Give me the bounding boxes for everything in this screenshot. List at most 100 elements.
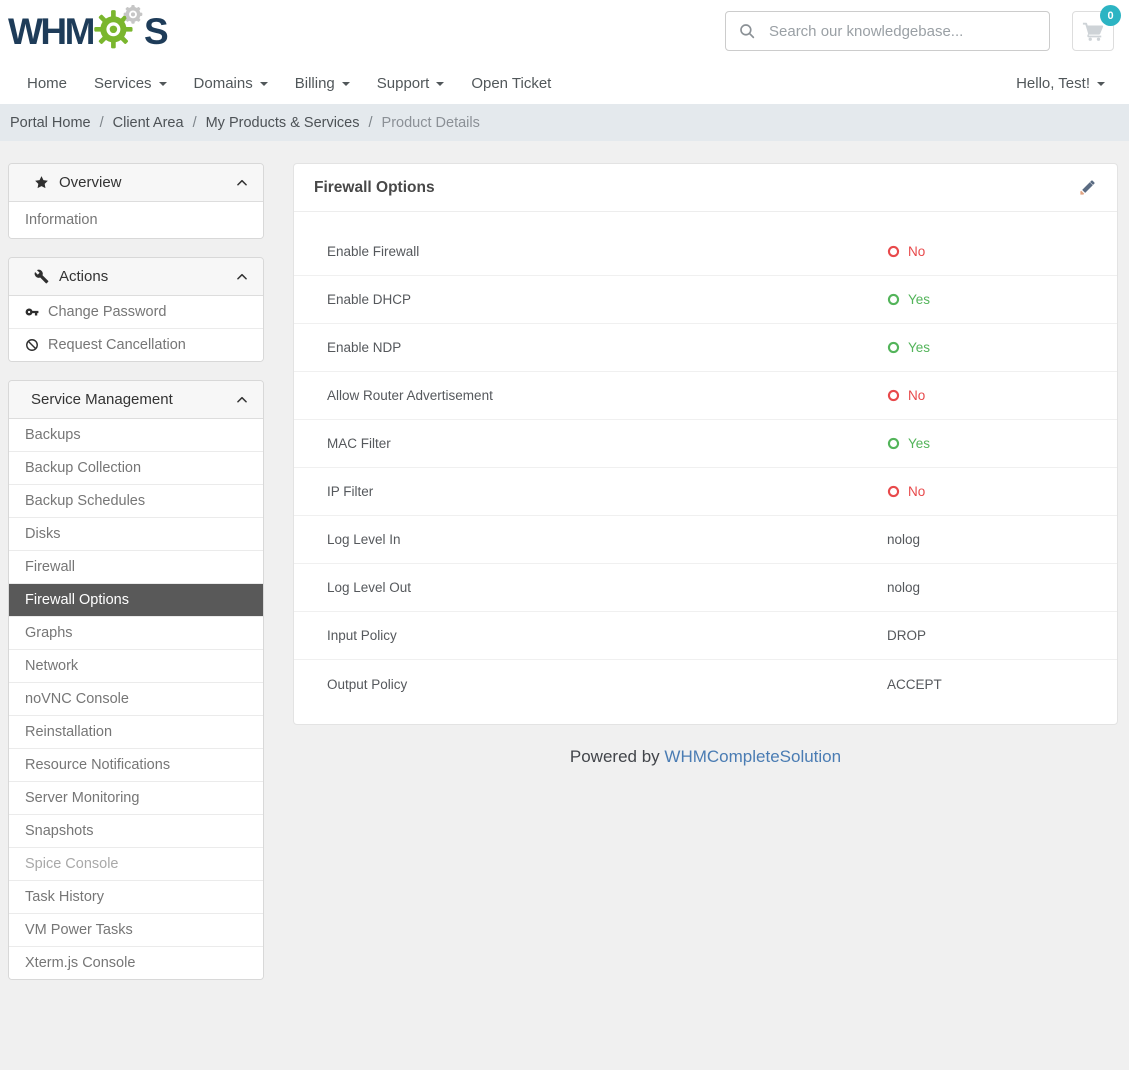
sidebar-item-disks[interactable]: Disks [9, 517, 263, 550]
panel-actions-title: Actions [59, 268, 108, 285]
sidebar-item-backup-schedules[interactable]: Backup Schedules [9, 484, 263, 517]
knowledgebase-search [725, 11, 1050, 51]
panel-service-management-header[interactable]: Service Management [9, 381, 263, 419]
table-row: Allow Router Advertisement No [294, 372, 1117, 420]
powered-by-footer: Powered by WHMCompleteSolution [293, 747, 1118, 767]
header-top-row: WHM [0, 0, 1129, 62]
chevron-up-icon [235, 270, 249, 284]
row-value: No [887, 388, 925, 403]
row-value: DROP [887, 628, 926, 643]
sidebar-item-label: Firewall Options [25, 592, 129, 608]
sidebar-item-resource-notifications[interactable]: Resource Notifications [9, 748, 263, 781]
row-value: Yes [887, 292, 930, 307]
panel-service-management: Service Management Backups Backup Collec… [8, 380, 264, 980]
table-row: IP Filter No [294, 468, 1117, 516]
row-value: nolog [887, 532, 920, 547]
sidebar: Overview Information Actions Change Pass… [8, 163, 264, 998]
sidebar-item-server-monitoring[interactable]: Server Monitoring [9, 781, 263, 814]
breadcrumb-my-products[interactable]: My Products & Services [206, 115, 360, 131]
sidebar-item-firewall[interactable]: Firewall [9, 550, 263, 583]
nav-domains[interactable]: Domains [194, 75, 268, 92]
sidebar-item-label: Disks [25, 526, 60, 542]
nav-support[interactable]: Support [377, 75, 445, 92]
nav-billing[interactable]: Billing [295, 75, 350, 92]
row-label: Enable NDP [327, 340, 887, 355]
row-value-text: Yes [908, 292, 930, 307]
nav-billing-label: Billing [295, 75, 335, 92]
breadcrumb-current: Product Details [382, 115, 480, 131]
sidebar-item-label: Backup Schedules [25, 493, 145, 509]
sidebar-item-label: Backup Collection [25, 460, 141, 476]
nav-services[interactable]: Services [94, 75, 167, 92]
sidebar-item-task-history[interactable]: Task History [9, 880, 263, 913]
circle-status-icon [887, 245, 900, 258]
sidebar-item-firewall-options[interactable]: Firewall Options [9, 583, 263, 616]
sidebar-item-information[interactable]: Information [9, 202, 263, 238]
row-value-text: nolog [887, 580, 920, 595]
whmcompletesolution-link[interactable]: WHMCompleteSolution [664, 747, 841, 766]
sidebar-item-backup-collection[interactable]: Backup Collection [9, 451, 263, 484]
panel-overview-title: Overview [59, 174, 122, 191]
sidebar-item-novnc-console[interactable]: noVNC Console [9, 682, 263, 715]
gear-icon [91, 4, 147, 54]
sidebar-item-network[interactable]: Network [9, 649, 263, 682]
row-value-text: Yes [908, 340, 930, 355]
sidebar-item-change-password[interactable]: Change Password [9, 296, 263, 328]
nav-open-ticket[interactable]: Open Ticket [471, 75, 551, 92]
sidebar-item-label: Server Monitoring [25, 790, 139, 806]
nav-services-label: Services [94, 75, 152, 92]
search-input[interactable] [767, 22, 1037, 41]
table-row: Enable NDP Yes [294, 324, 1117, 372]
circle-status-icon [887, 293, 900, 306]
sidebar-item-label: Request Cancellation [48, 337, 186, 353]
sidebar-item-graphs[interactable]: Graphs [9, 616, 263, 649]
sidebar-item-label: Firewall [25, 559, 75, 575]
table-row: Enable Firewall No [294, 228, 1117, 276]
panel-actions-header[interactable]: Actions [9, 258, 263, 296]
sidebar-item-xtermjs-console[interactable]: Xterm.js Console [9, 946, 263, 979]
sidebar-item-reinstallation[interactable]: Reinstallation [9, 715, 263, 748]
page: WHM [0, 0, 1129, 1070]
nav-left: Home Services Domains Billing Support Op… [27, 75, 578, 92]
table-row: Input Policy DROP [294, 612, 1117, 660]
whmcs-logo[interactable]: WHM [8, 4, 166, 58]
nav-home-label: Home [27, 75, 67, 92]
row-value-text: nolog [887, 532, 920, 547]
caret-down-icon [260, 82, 268, 86]
edit-button[interactable] [1078, 178, 1097, 197]
row-value: Yes [887, 340, 930, 355]
sidebar-item-snapshots[interactable]: Snapshots [9, 814, 263, 847]
sidebar-item-label: Snapshots [25, 823, 94, 839]
sidebar-item-request-cancellation[interactable]: Request Cancellation [9, 328, 263, 361]
row-label: Log Level Out [327, 580, 887, 595]
table-row: Enable DHCP Yes [294, 276, 1117, 324]
sidebar-item-label: Graphs [25, 625, 73, 641]
row-label: MAC Filter [327, 436, 887, 451]
page-title: Firewall Options [314, 179, 435, 197]
row-value-text: No [908, 244, 925, 259]
row-label: Output Policy [327, 677, 887, 692]
cart-button[interactable]: 0 [1072, 11, 1114, 51]
nav-support-label: Support [377, 75, 430, 92]
logo-text-whm: WHM [8, 13, 93, 50]
sidebar-item-label: VM Power Tasks [25, 922, 133, 938]
search-icon [738, 22, 756, 40]
sidebar-item-spice-console[interactable]: Spice Console [9, 847, 263, 880]
table-row: MAC Filter Yes [294, 420, 1117, 468]
sidebar-item-backups[interactable]: Backups [9, 419, 263, 451]
breadcrumb-separator: / [193, 115, 197, 131]
nav-domains-label: Domains [194, 75, 253, 92]
table-row: Output Policy ACCEPT [294, 660, 1117, 708]
nav-home[interactable]: Home [27, 75, 67, 92]
row-label: Enable DHCP [327, 292, 887, 307]
sidebar-item-vm-power-tasks[interactable]: VM Power Tasks [9, 913, 263, 946]
breadcrumb-portal-home[interactable]: Portal Home [10, 115, 91, 131]
panel-overview-header[interactable]: Overview [9, 164, 263, 202]
sidebar-item-label: noVNC Console [25, 691, 129, 707]
user-menu[interactable]: Hello, Test! [1016, 75, 1105, 92]
key-icon [25, 305, 39, 319]
row-value-text: DROP [887, 628, 926, 643]
breadcrumb-client-area[interactable]: Client Area [113, 115, 184, 131]
panel-actions: Actions Change Password Request Cancella… [8, 257, 264, 362]
row-label: IP Filter [327, 484, 887, 499]
